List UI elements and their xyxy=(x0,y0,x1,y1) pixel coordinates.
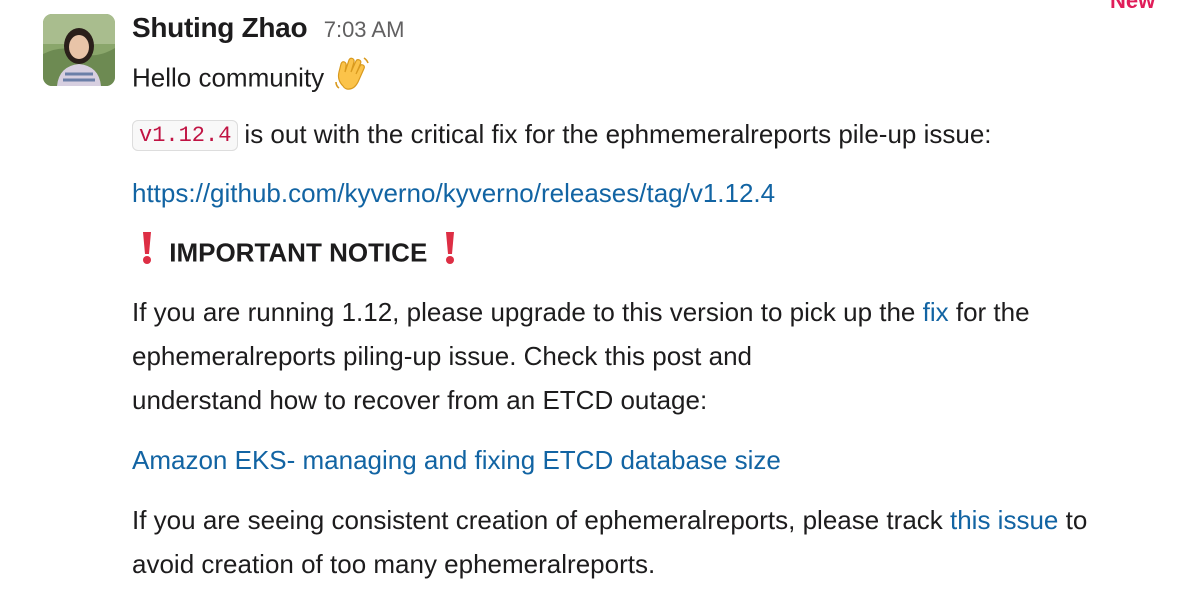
author-name[interactable]: Shuting Zhao xyxy=(132,12,308,43)
eks-link-line: Amazon EKS- managing and fixing ETCD dat… xyxy=(132,438,781,482)
release-line: v1.12.4 is out with the critical fix for … xyxy=(132,112,992,158)
important-notice: IMPORTANT NOTICE xyxy=(132,230,465,279)
avatar[interactable] xyxy=(43,14,115,86)
eks-article-link[interactable]: Amazon EKS- managing and fixing ETCD dat… xyxy=(132,445,781,475)
message-header: Shuting Zhao 7:03 AM xyxy=(132,12,404,44)
upgrade-paragraph: If you are running 1.12, please upgrade … xyxy=(132,290,1172,422)
release-link-line: https://github.com/kyverno/kyverno/relea… xyxy=(132,171,775,215)
version-code: v1.12.4 xyxy=(132,120,239,151)
greeting-text: Hello community xyxy=(132,62,325,93)
issue-link[interactable]: this issue xyxy=(950,505,1058,535)
user-avatar-icon xyxy=(43,14,115,86)
notice-text: IMPORTANT NOTICE xyxy=(169,237,428,268)
new-messages-badge: New xyxy=(1110,0,1156,13)
release-text: is out with the critical fix for the eph… xyxy=(244,119,992,149)
red-exclamation-icon xyxy=(435,230,465,279)
release-link[interactable]: https://github.com/kyverno/kyverno/relea… xyxy=(132,178,775,208)
track-paragraph: If you are seeing consistent creation of… xyxy=(132,498,1122,586)
upgrade-text-1: If you are running 1.12, please upgrade … xyxy=(132,297,923,327)
greeting-line: Hello community xyxy=(132,52,373,107)
timestamp[interactable]: 7:03 AM xyxy=(324,17,405,42)
upgrade-text-3: understand how to recover from an ETCD o… xyxy=(132,385,708,415)
red-exclamation-icon xyxy=(132,230,162,279)
fix-link[interactable]: fix xyxy=(923,297,949,327)
track-text-1: If you are seeing consistent creation of… xyxy=(132,505,950,535)
waving-hand-icon xyxy=(331,52,373,107)
